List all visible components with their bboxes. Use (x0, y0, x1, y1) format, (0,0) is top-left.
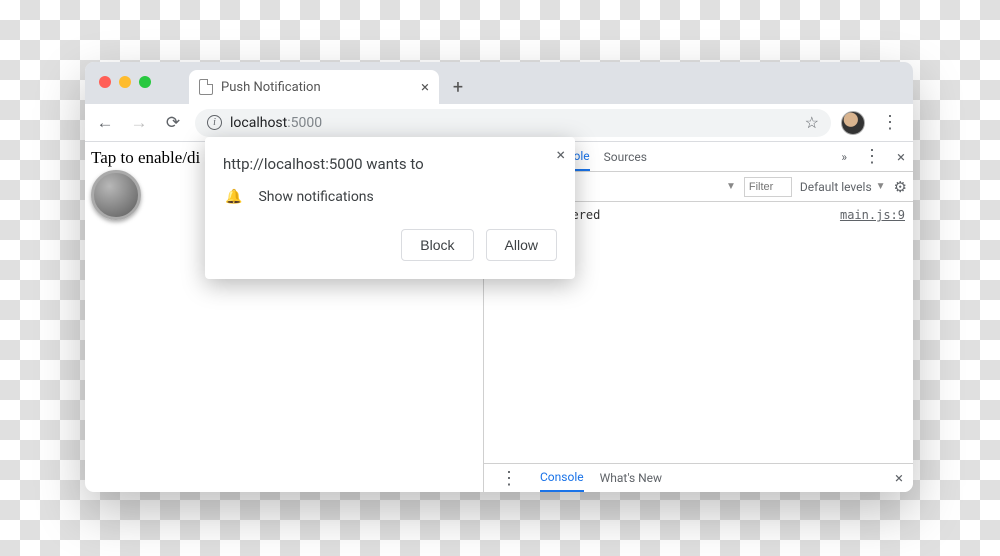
close-window-button[interactable] (99, 76, 111, 88)
console-settings-icon[interactable]: ⚙ (894, 178, 907, 196)
profile-avatar[interactable] (841, 111, 865, 135)
permission-actions: Block Allow (223, 229, 557, 261)
devtools-drawer: ⋮ Console What's New × (484, 463, 913, 492)
log-levels-label: Default levels (800, 180, 872, 194)
permission-capability-text: Show notifications (258, 189, 373, 205)
drawer-close-icon[interactable]: × (895, 469, 903, 487)
permission-capability-row: 🔔 Show notifications (223, 189, 557, 205)
url-host: localhost (230, 115, 287, 131)
page-content: Tap to enable/di × http://localhost:5000… (85, 142, 483, 492)
browser-menu-button[interactable]: ⋮ (875, 112, 905, 133)
close-tab-icon[interactable]: × (421, 78, 429, 96)
drawer-tab-whatsnew[interactable]: What's New (600, 464, 662, 492)
push-toggle-button[interactable] (91, 170, 141, 220)
chevron-down-icon: ▼ (876, 181, 886, 192)
console-log-source-link[interactable]: main.js:9 (840, 208, 905, 222)
console-filter-input[interactable] (744, 177, 792, 197)
forward-button[interactable]: → (127, 111, 151, 135)
browser-tab[interactable]: Push Notification × (189, 70, 439, 104)
url-port: :5000 (287, 115, 322, 131)
drawer-menu-button[interactable]: ⋮ (494, 468, 524, 489)
allow-button[interactable]: Allow (486, 229, 557, 261)
context-dropdown-icon[interactable]: ▼ (726, 181, 736, 192)
content-area: Tap to enable/di × http://localhost:5000… (85, 142, 913, 492)
permission-popup: × http://localhost:5000 wants to 🔔 Show … (205, 137, 575, 279)
maximize-window-button[interactable] (139, 76, 151, 88)
block-button[interactable]: Block (401, 229, 473, 261)
traffic-lights (99, 76, 151, 88)
devtools-menu-button[interactable]: ⋮ (857, 146, 887, 167)
site-info-icon[interactable]: i (207, 115, 222, 130)
tab-sources[interactable]: Sources (604, 142, 647, 171)
address-bar[interactable]: i localhost:5000 ☆ (195, 109, 831, 137)
minimize-window-button[interactable] (119, 76, 131, 88)
browser-window: Push Notification × + ← → ⟳ i localhost:… (85, 62, 913, 492)
more-tabs-icon[interactable]: » (841, 150, 847, 164)
permission-origin-text: http://localhost:5000 wants to (223, 155, 557, 173)
bell-icon: 🔔 (225, 189, 242, 205)
new-tab-button[interactable]: + (443, 72, 473, 102)
document-icon (199, 79, 213, 95)
back-button[interactable]: ← (93, 111, 117, 135)
drawer-tab-console[interactable]: Console (540, 464, 584, 492)
bookmark-star-icon[interactable]: ☆ (805, 113, 819, 132)
tab-title: Push Notification (221, 80, 321, 95)
devtools-close-icon[interactable]: × (897, 148, 905, 166)
reload-button[interactable]: ⟳ (161, 111, 185, 135)
permission-close-icon[interactable]: × (556, 145, 565, 164)
log-levels-dropdown[interactable]: Default levels ▼ (800, 180, 886, 194)
title-bar: Push Notification × + (85, 62, 913, 104)
